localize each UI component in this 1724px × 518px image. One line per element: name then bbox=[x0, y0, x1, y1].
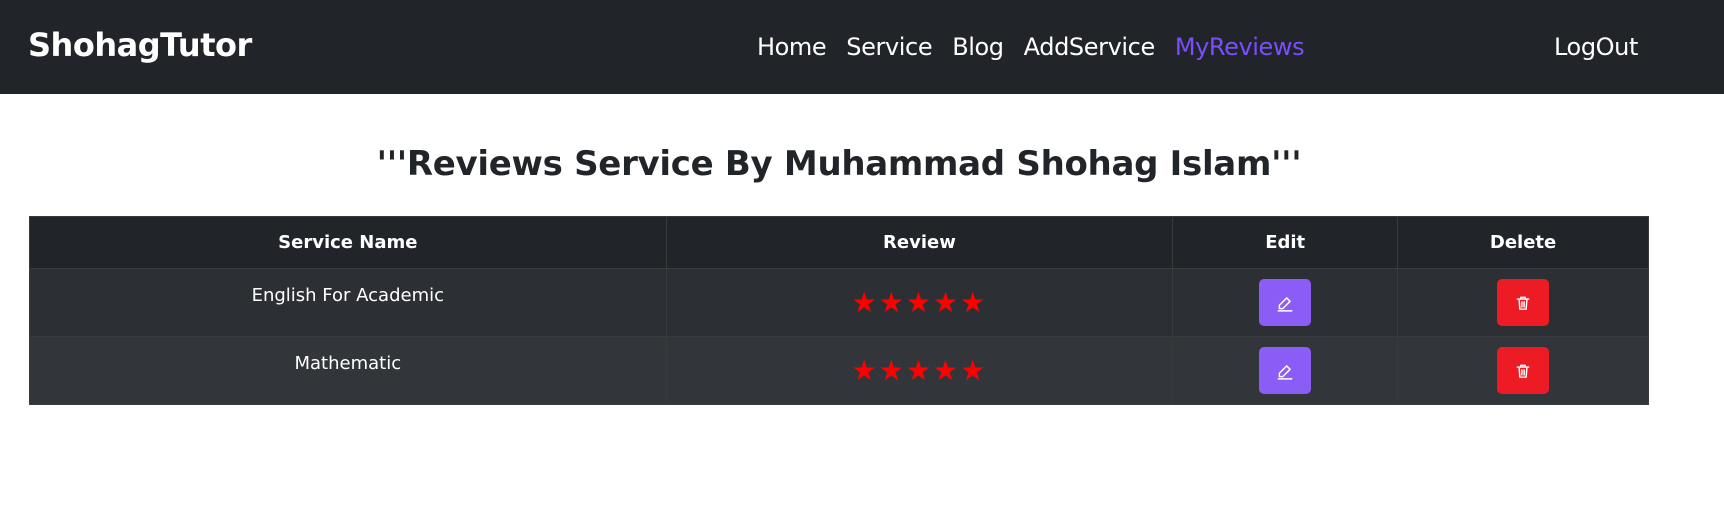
star-icon: ★ bbox=[905, 285, 933, 319]
table-header: Service Name Review Edit Delete bbox=[29, 216, 1649, 269]
edit-cell bbox=[1172, 336, 1399, 405]
table-row: English For Academic ★★★★★ bbox=[29, 268, 1649, 337]
star-icon: ★ bbox=[960, 353, 988, 387]
star-icon: ★ bbox=[851, 285, 879, 319]
trash-icon bbox=[1516, 296, 1530, 310]
nav-link-service[interactable]: Service bbox=[846, 33, 932, 63]
service-name-cell: Mathematic bbox=[29, 336, 667, 405]
delete-cell bbox=[1397, 268, 1649, 337]
star-rating: ★★★★★ bbox=[852, 354, 988, 387]
star-icon: ★ bbox=[878, 285, 906, 319]
star-icon: ★ bbox=[932, 353, 961, 387]
delete-button[interactable] bbox=[1497, 347, 1550, 394]
header-edit: Edit bbox=[1172, 216, 1399, 269]
nav-links: Home Service Blog AddService MyReviews bbox=[757, 33, 1324, 63]
nav-link-myreviews[interactable]: MyReviews bbox=[1175, 33, 1305, 63]
page-title: '''Reviews Service By Muhammad Shohag Is… bbox=[376, 144, 1302, 184]
star-rating: ★★★★★ bbox=[852, 286, 988, 319]
service-name-cell: English For Academic bbox=[29, 268, 667, 337]
brand-logo[interactable]: ShohagTutor bbox=[28, 26, 252, 64]
star-icon: ★ bbox=[851, 353, 879, 387]
header-delete: Delete bbox=[1397, 216, 1649, 269]
logout-link[interactable]: LogOut bbox=[1554, 33, 1638, 61]
header-service-name: Service Name bbox=[29, 216, 667, 269]
edit-cell bbox=[1172, 268, 1399, 337]
nav-link-blog[interactable]: Blog bbox=[952, 33, 1004, 63]
star-icon: ★ bbox=[932, 285, 961, 319]
review-cell: ★★★★★ bbox=[665, 268, 1174, 337]
delete-cell bbox=[1397, 336, 1649, 405]
table-row: Mathematic ★★★★★ bbox=[29, 336, 1649, 405]
table-header-row: Service Name Review Edit Delete bbox=[29, 216, 1649, 269]
review-cell: ★★★★★ bbox=[665, 336, 1174, 405]
edit-button[interactable] bbox=[1259, 279, 1312, 326]
reviews-table: Service Name Review Edit Delete English … bbox=[29, 216, 1649, 405]
header-review: Review bbox=[665, 216, 1174, 269]
star-icon: ★ bbox=[878, 353, 906, 387]
trash-icon bbox=[1516, 364, 1530, 378]
pencil-icon bbox=[1277, 296, 1293, 312]
edit-button[interactable] bbox=[1259, 347, 1312, 394]
table-body: English For Academic ★★★★★ Mathematic ★★… bbox=[29, 268, 1649, 405]
pencil-icon bbox=[1277, 364, 1293, 380]
navbar: ShohagTutor Home Service Blog AddService… bbox=[0, 0, 1724, 94]
delete-button[interactable] bbox=[1497, 279, 1550, 326]
star-icon: ★ bbox=[960, 285, 988, 319]
nav-link-home[interactable]: Home bbox=[757, 33, 827, 63]
nav-link-addservice[interactable]: AddService bbox=[1024, 33, 1156, 63]
star-icon: ★ bbox=[905, 353, 933, 387]
